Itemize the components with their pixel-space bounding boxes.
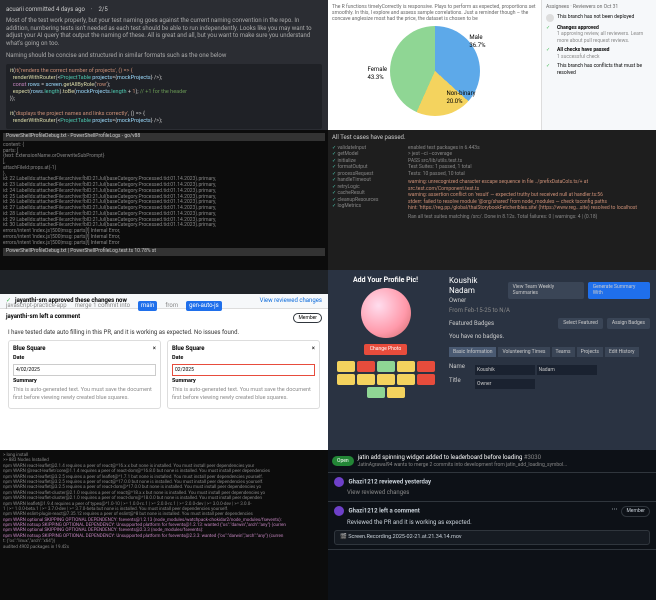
branch-bar: javascript-practice-app merge 1 commit i… (0, 294, 328, 318)
badge-item[interactable] (397, 361, 415, 372)
select-featured-button[interactable]: Select Featured (558, 318, 603, 329)
badge-item[interactable] (417, 361, 435, 372)
profile-tab[interactable]: Edit History (605, 347, 639, 358)
base-branch[interactable]: main (138, 301, 157, 311)
reviewer: Ghazi1212 reviewed yesterday (349, 479, 432, 486)
compare-branch[interactable]: gen-auto-js (186, 301, 222, 311)
date-input[interactable] (172, 364, 315, 376)
check-icon: ✓ (546, 25, 554, 33)
date-input[interactable] (13, 364, 156, 376)
badge-item[interactable] (337, 374, 355, 385)
profile-tab[interactable]: Basic Information (449, 347, 496, 358)
npm-warn-panel[interactable]: > long install >> 883 Nodes Installednpm… (0, 450, 328, 600)
profile-tabs: Basic InformationVolunteering TimesTeams… (449, 347, 650, 358)
badge-item[interactable] (387, 387, 405, 398)
close-icon[interactable]: × (153, 345, 156, 353)
profile-tab[interactable]: Volunteering Times (498, 347, 549, 358)
add-pic-label: Add Your Profile Pic! (334, 276, 437, 285)
badge-item[interactable] (417, 374, 435, 385)
col-title: Blue Square (13, 345, 46, 352)
changes-approved: Changes approved (557, 25, 599, 31)
check-icon: ✓ (546, 47, 554, 55)
conflict-status: This branch has conflicts that must be r… (557, 63, 652, 76)
code-block: it(it('renders the correct number of pro… (6, 64, 322, 129)
close-icon[interactable]: × (312, 345, 315, 353)
member-badge: Member (621, 506, 650, 517)
title-input[interactable] (475, 379, 535, 389)
github-review-panel: javascript-practice-app merge 1 commit i… (0, 270, 328, 450)
comment-body: I have tested date auto filling in this … (0, 325, 328, 341)
form-col-2: Blue Square× Date Summary This is auto-g… (167, 340, 320, 408)
avatar[interactable] (361, 288, 411, 338)
log-body[interactable]: content: { parts: [ {text: ExtensionName… (3, 143, 325, 247)
pr-title[interactable]: jatin add spinning widget added to leade… (358, 454, 523, 461)
badge-item[interactable] (377, 374, 395, 385)
tests-header: All Test cases have passed. (332, 134, 652, 142)
terminal-footer: PowerShellProfileDebug.txt | PowerShellP… (3, 248, 325, 256)
profile-tab[interactable]: Teams (552, 347, 575, 358)
comment-body: Reviewed the PR and it is working as exp… (347, 519, 650, 527)
checks-passed: All checks have passed (557, 47, 609, 53)
deploy-status: This branch has not been deployed (557, 14, 634, 21)
avatar[interactable] (334, 477, 344, 487)
open-badge: Open (332, 456, 354, 467)
terminal-title: PowerShellProfileDebug.txt - PowerShellP… (3, 133, 325, 141)
label-male: Male36.7% (469, 34, 485, 50)
dot-icon (546, 14, 554, 22)
field-label: Name (449, 363, 465, 371)
test-output[interactable]: enabled test packages in 6.443s > jest -… (408, 145, 652, 221)
code-line: it('renders the correct number of projec… (15, 68, 133, 74)
assign-badges-button[interactable]: Assign Badges (607, 318, 650, 329)
form-col-1: Blue Square× Date Summary This is auto-g… (8, 340, 161, 408)
label-nb: Non-binary20.0% (446, 90, 475, 106)
profile-panel: Add Your Profile Pic! Change Photo Koush… (328, 270, 656, 450)
date-range: From Feb-15-25 to N/A (449, 307, 650, 315)
more-icon[interactable]: ⋯ (611, 506, 617, 514)
test-list: ✓ validateInput✓ getModel✓ initialize✓ f… (332, 145, 402, 221)
badge-item[interactable] (357, 374, 375, 385)
field-label: Title (449, 377, 465, 385)
change-photo-button[interactable]: Change Photo (364, 344, 407, 355)
badge-item[interactable] (397, 374, 415, 385)
repo-name[interactable]: javascript-practice-app (6, 302, 67, 310)
user-name: Koushik Nadam (449, 276, 504, 297)
badge-item[interactable] (357, 361, 375, 372)
featured-label: Featured Badges (449, 320, 494, 328)
label-female: Female43.3% (368, 66, 388, 82)
profile-tab[interactable]: Projects (577, 347, 603, 358)
pr-sidebar: Assignees · Reviewers on Oct 31 This bra… (541, 0, 656, 130)
pr-comment-panel: Open jatin add spinning widget added to … (328, 450, 656, 600)
firstname-input[interactable] (475, 365, 535, 375)
review-count[interactable]: 2/5 (98, 6, 107, 14)
badge-grid (334, 361, 437, 398)
chart-desc: The R functions timelyCorrectly is respo… (332, 4, 537, 22)
review-text: Most of the test work properly, but your… (6, 17, 322, 48)
committer-text: acuarii committed 4 days ago (6, 6, 85, 14)
badge-item[interactable] (337, 361, 355, 372)
review-sub: Naming should be concise and structured … (6, 52, 322, 60)
avatar[interactable] (334, 506, 344, 516)
pr-subtitle: JatinAgrawal94 wants to merge 2 commits … (358, 462, 652, 469)
summaries-button[interactable]: View Team Weekly Summaries (508, 282, 584, 299)
badge-item[interactable] (377, 361, 395, 372)
lastname-input[interactable] (537, 365, 597, 375)
pie-chart-panel: The R functions timelyCorrectly is respo… (328, 0, 656, 130)
generate-button[interactable]: Generate Summary With (588, 282, 650, 299)
no-badges-text: You have no badges. (449, 333, 650, 341)
commenter: Ghazi1212 left a comment (349, 508, 420, 515)
pie-chart: Male36.7% Non-binary20.0% Female43.3% (390, 26, 480, 116)
user-role: Owner (449, 297, 504, 305)
attachment[interactable]: 🎬 Screen.Recording.2025-02-21.at.21.34.1… (334, 530, 650, 545)
terminal-log-panel: PowerShellProfileDebug.txt - PowerShellP… (0, 130, 328, 270)
view-changes-link[interactable]: View reviewed changes (347, 489, 650, 497)
test-results-panel: All Test cases have passed. ✓ validateIn… (328, 130, 656, 270)
check-icon: ✓ (546, 63, 554, 71)
badge-item[interactable] (367, 387, 385, 398)
col-title: Blue Square (172, 345, 205, 352)
code-review-panel: acuarii committed 4 days ago · 2/5 Most … (0, 0, 328, 130)
assignees[interactable]: Assignees (546, 4, 569, 10)
